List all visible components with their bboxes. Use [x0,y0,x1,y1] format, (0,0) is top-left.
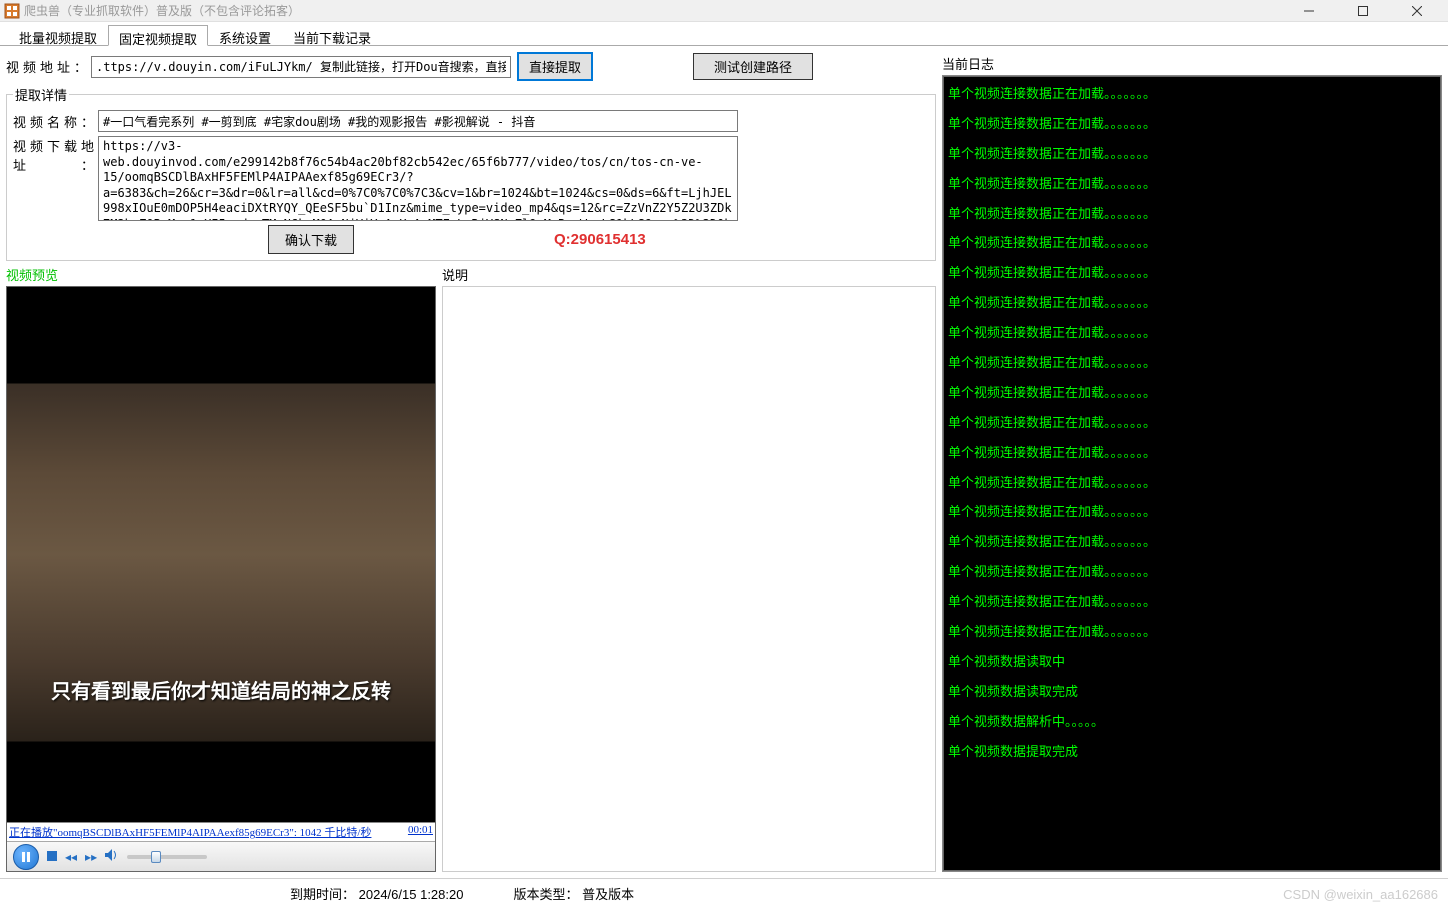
window-title: 爬虫兽（专业抓取软件）普及版（不包含评论拓客） [24,2,1292,19]
video-download-label: 视频下载地址 [13,136,98,174]
log-line: 单个视频连接数据正在加载。。。。。。。 [948,438,1436,468]
log-line: 单个视频连接数据正在加载。。。。。。。 [948,228,1436,258]
log-line: 单个视频数据提取完成 [948,737,1436,767]
video-name-input[interactable] [98,110,738,132]
stop-button[interactable] [47,850,57,864]
log-line: 单个视频连接数据正在加载。。。。。。。 [948,557,1436,587]
watermark: CSDN @weixin_aa162686 [1283,887,1438,902]
prev-button[interactable]: ◂◂ [65,850,77,864]
app-icon [4,3,20,19]
log-line: 单个视频连接数据正在加载。。。。。。。 [948,587,1436,617]
video-name-label: 视频名称 [13,112,98,131]
log-line: 单个视频连接数据正在加载。。。。。。。 [948,169,1436,199]
extract-detail-group: 提取详情 视频名称 视频下载地址 确认下载 Q:290615413 [6,85,936,261]
next-button[interactable]: ▸▸ [85,850,97,864]
description-label: 说明 [442,265,936,284]
log-line: 单个视频连接数据正在加载。。。。。。。 [948,258,1436,288]
log-line: 单个视频连接数据正在加载。。。。。。。 [948,139,1436,169]
log-line: 单个视频连接数据正在加载。。。。。。。 [948,617,1436,647]
log-line: 单个视频数据读取完成 [948,677,1436,707]
log-line: 单个视频连接数据正在加载。。。。。。。 [948,199,1436,229]
titlebar: 爬虫兽（专业抓取软件）普及版（不包含评论拓客） [0,0,1448,22]
video-frame[interactable]: 只有看到最后你才知道结局的神之反转 [7,287,435,822]
video-player[interactable]: 只有看到最后你才知道结局的神之反转 正在播放"oomqBSCDlBAxHF5FE… [6,286,436,872]
video-url-input[interactable] [91,56,511,78]
confirm-download-button[interactable]: 确认下载 [268,225,354,254]
maximize-button[interactable] [1346,1,1380,21]
volume-slider[interactable] [127,855,207,859]
log-label: 当前日志 [942,52,1442,75]
preview-label: 视频预览 [6,265,436,284]
video-url-label: 视频地址 [6,57,91,76]
close-button[interactable] [1400,1,1434,21]
log-line: 单个视频连接数据正在加载。。。。。。。 [948,378,1436,408]
log-line: 单个视频数据读取中 [948,647,1436,677]
log-line: 单个视频连接数据正在加载。。。。。。。 [948,109,1436,139]
log-line: 单个视频连接数据正在加载。。。。。。。 [948,318,1436,348]
log-line: 单个视频连接数据正在加载。。。。。。。 [948,288,1436,318]
description-box [442,286,936,872]
expire-value: 2024/6/15 1:28:20 [359,887,464,902]
tab-batch[interactable]: 批量视频提取 [8,24,108,45]
log-line: 单个视频连接数据正在加载。。。。。。。 [948,348,1436,378]
video-controls: ◂◂ ▸▸ [7,841,435,871]
log-line: 单个视频连接数据正在加载。。。。。。。 [948,468,1436,498]
extract-detail-legend: 提取详情 [13,85,69,104]
extract-button[interactable]: 直接提取 [517,52,593,81]
expire-label: 到期时间： [290,887,355,902]
video-subtitle: 只有看到最后你才知道结局的神之反转 [7,675,435,704]
statusbar: 到期时间： 2024/6/15 1:28:20 版本类型： 普及版本 [0,878,1448,908]
video-status-text: 正在播放"oomqBSCDlBAxHF5FEMlP4AIPAAexf85g69E… [9,824,371,840]
version-label: 版本类型： [513,887,578,902]
log-line: 单个视频连接数据正在加载。。。。。。。 [948,497,1436,527]
log-line: 单个视频连接数据正在加载。。。。。。。 [948,408,1436,438]
tab-fixed[interactable]: 固定视频提取 [108,25,208,46]
version-value: 普及版本 [582,887,634,902]
video-time: 00:01 [408,824,433,840]
minimize-button[interactable] [1292,1,1326,21]
log-line: 单个视频连接数据正在加载。。。。。。。 [948,79,1436,109]
tab-settings[interactable]: 系统设置 [208,24,282,45]
tabstrip: 批量视频提取 固定视频提取 系统设置 当前下载记录 [0,22,1448,46]
video-status-bar: 正在播放"oomqBSCDlBAxHF5FEMlP4AIPAAexf85g69E… [7,822,435,841]
log-line: 单个视频数据解析中。。。。。 [948,707,1436,737]
log-area[interactable]: 单个视频连接数据正在加载。。。。。。。单个视频连接数据正在加载。。。。。。。单个… [943,76,1441,871]
qq-contact: Q:290615413 [554,231,646,248]
tab-downloads[interactable]: 当前下载记录 [282,24,382,45]
video-download-textarea[interactable] [98,136,738,221]
log-line: 单个视频连接数据正在加载。。。。。。。 [948,527,1436,557]
test-path-button[interactable]: 测试创建路径 [693,53,813,80]
play-pause-button[interactable] [13,844,39,870]
volume-icon[interactable] [105,849,119,864]
